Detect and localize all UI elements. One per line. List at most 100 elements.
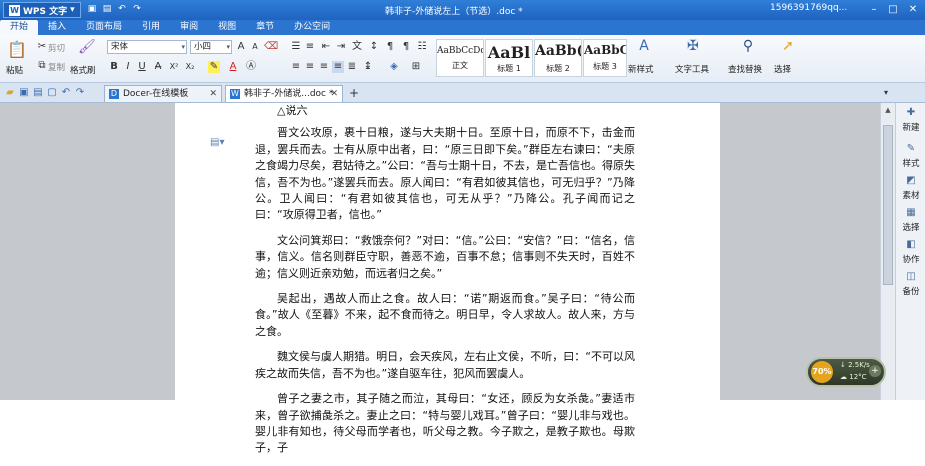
style-label: 标题 1 [497,64,521,73]
font-name-select[interactable]: 宋体 ▾ [107,40,187,54]
document-tab-bar: ▰ ▣ ▤ ▢ ↶ ↷ D Docer-在线模板 ✕ W 韩非子-外储说...d… [0,83,925,103]
cursor-icon[interactable]: ➚ [780,39,796,56]
minimize-icon[interactable]: – [866,2,882,17]
scroll-up-icon[interactable]: ▲ [883,105,893,115]
tab-view[interactable]: 视图 [208,20,246,35]
justify-icon[interactable]: ≡ [332,61,344,73]
chevron-down-icon[interactable]: ▾ [880,87,892,99]
font-size-select[interactable]: 小四 ▾ [190,40,232,54]
clear-format-icon[interactable]: ⌫ [264,41,278,53]
tab-references[interactable]: 引用 [132,20,170,35]
folder-icon[interactable]: ▰ [4,87,16,99]
plus-icon[interactable]: + [869,365,881,377]
undo-icon[interactable]: ↶ [116,3,128,15]
backup-icon: ◫ [906,271,916,282]
style-heading-3[interactable]: AaBbC 标题 3 [583,39,627,77]
new-style-icon[interactable]: A [636,39,652,56]
document-body[interactable]: △说六 晋文公攻原，裹十日粮，遂与大夫期十日。至原十日，而原不下，击金而退，罢兵… [255,103,635,466]
tab-page-layout[interactable]: 页面布局 [76,20,132,35]
maximize-icon[interactable]: □ [885,2,901,17]
undo-icon[interactable]: ↶ [60,87,72,99]
italic-icon[interactable]: I [122,61,134,73]
increase-indent-icon[interactable]: ⇥ [335,41,347,53]
tab-office-space[interactable]: 办公空间 [284,20,340,35]
grow-font-icon[interactable]: A [235,41,247,53]
char-border-icon[interactable]: Ⓐ [245,61,257,73]
side-assets-button[interactable]: ◩ 素材 [896,175,925,201]
print-icon[interactable]: ▤ [32,87,44,99]
subscript-icon[interactable]: X₂ [184,61,196,73]
save-icon[interactable]: ▣ [86,3,98,15]
side-collab-button[interactable]: ◧ 协作 [896,239,925,265]
ribbon-toolbar: 📋 粘贴 ✂ 剪切 ⧉ 复制 🖌 格式刷 宋体 ▾ 小四 ▾ A A ⌫ B I… [0,35,925,83]
tab-docer-templates[interactable]: D Docer-在线模板 ✕ [104,85,222,102]
find-replace-button[interactable]: 查找替换 [728,63,762,75]
side-backup-button[interactable]: ◫ 备份 [896,271,925,297]
decrease-indent-icon[interactable]: ⇤ [320,41,332,53]
side-styles-button[interactable]: ✎ 样式 [896,143,925,169]
wps-logo-icon: W [9,4,20,16]
tab-review[interactable]: 审阅 [170,20,208,35]
underline-icon[interactable]: U [136,61,148,73]
style-normal[interactable]: AaBbCcDd 正文 [436,39,484,77]
style-heading-1[interactable]: AaBl 标题 1 [485,39,533,77]
format-painter-button[interactable]: 格式刷 [70,64,96,76]
redo-icon[interactable]: ↷ [131,3,143,15]
text-tools-icon[interactable]: ✠ [685,39,701,56]
shrink-font-icon[interactable]: A [249,41,261,53]
show-marks-icon[interactable]: ¶ [384,41,396,53]
strikethrough-icon[interactable]: A̶ [152,61,164,73]
line-spacing-icon[interactable]: ↨ [362,61,374,73]
highlight-icon[interactable]: ✎ [208,61,220,73]
assets-icon: ◩ [906,175,916,186]
vertical-scrollbar[interactable]: ▲ [880,103,895,400]
bold-icon[interactable]: B [108,61,120,73]
close-icon[interactable]: ✕ [330,86,338,102]
style-heading-2[interactable]: AaBb( 标题 2 [534,39,582,77]
new-style-button[interactable]: 新样式 [628,63,654,75]
paragraph-options-icon[interactable]: ▤▾ [210,137,224,148]
preview-icon[interactable]: ▢ [46,87,58,99]
paste-button[interactable]: 粘贴 [6,64,23,76]
format-painter-icon[interactable]: 🖌 [78,40,96,57]
copy-button[interactable]: 复制 [48,61,65,73]
user-account[interactable]: 1596391769qq... [770,3,847,13]
close-icon[interactable]: ✕ [209,86,217,102]
bullet-list-icon[interactable]: ☰ [290,41,302,53]
new-doc-icon: ✚ [906,107,916,118]
new-tab-icon[interactable]: + [348,87,360,99]
paste-icon[interactable]: 📋 [7,41,27,59]
side-new-button[interactable]: ✚ 新建 [896,107,925,133]
font-size-value: 小四 [194,42,212,52]
binoculars-icon[interactable]: ⚲ [740,39,756,56]
network-widget[interactable]: 70% ↓ 2.5K/s ☁ 12°C + [806,357,886,387]
scroll-thumb[interactable] [883,125,893,285]
print-icon[interactable]: ▤ [101,3,113,15]
distribute-icon[interactable]: ≣ [346,61,358,73]
font-color-icon[interactable]: A [227,61,239,73]
tab-insert[interactable]: 插入 [38,20,76,35]
text-tools-button[interactable]: 文字工具 [675,63,709,75]
document-page[interactable]: △说六 晋文公攻原，裹十日粮，遂与大夫期十日。至原十日，而原不下，击金而退，罢兵… [175,103,720,454]
outline-icon[interactable]: ☷ [416,41,428,53]
tab-chapter[interactable]: 章节 [246,20,284,35]
numbered-list-icon[interactable]: ≡ [304,41,316,53]
redo-icon[interactable]: ↷ [74,87,86,99]
paragraph-mark-icon[interactable]: ¶ [400,41,412,53]
side-select-button[interactable]: ▦ 选择 [896,207,925,233]
align-left-icon[interactable]: ≡ [290,61,302,73]
tab-current-document[interactable]: W 韩非子-外储说...doc * ✕ [225,85,343,102]
shading-icon[interactable]: ◈ [388,61,400,73]
align-center-icon[interactable]: ≡ [304,61,316,73]
app-menu-button[interactable]: W WPS 文字 ▾ [3,2,81,18]
chinese-layout-icon[interactable]: 文 [351,41,363,53]
borders-icon[interactable]: ⊞ [410,61,422,73]
save-icon[interactable]: ▣ [18,87,30,99]
close-icon[interactable]: ✕ [905,2,921,17]
tab-home[interactable]: 开始 [0,20,39,35]
align-right-icon[interactable]: ≡ [318,61,330,73]
cut-button[interactable]: 剪切 [48,42,65,54]
sort-icon[interactable]: ↕ [368,41,380,53]
select-button[interactable]: 选择 [774,63,791,75]
superscript-icon[interactable]: X² [168,61,180,73]
